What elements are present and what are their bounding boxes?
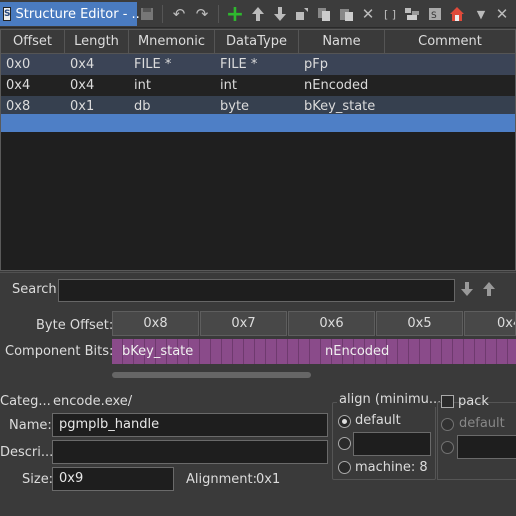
structure-editor-icon: S [3,7,12,21]
align-machine-label: machine: 8 [355,460,428,475]
delete-icon[interactable]: ✕ [357,3,379,25]
byte-offset-cell: 0x5 [376,311,463,336]
cell-length: 0x4 [70,78,95,93]
search-next-icon[interactable] [458,281,476,301]
pack-value-field[interactable] [457,435,516,459]
cell-mnemonic: FILE * [134,57,172,72]
search-label: Search: [12,282,62,297]
alignment-label: Alignment: [186,472,257,487]
structure-table[interactable]: Offset Length Mnemonic DataType Name Com… [0,29,516,271]
align-default-radio[interactable] [338,415,351,428]
align-value-field[interactable] [353,432,431,456]
toolbar-separator [162,5,163,23]
table-row[interactable]: 0x4 0x4 int int nEncoded [1,75,515,96]
search-previous-icon[interactable] [480,281,498,301]
byte-offset-cell: 0x6 [288,311,375,336]
bit-field-label: bKey_state [122,344,194,359]
move-down-icon[interactable] [269,3,291,25]
align-group-title: align (minimu... [337,392,444,407]
cell-comment[interactable] [385,54,515,75]
cell-offset: 0x0 [6,57,31,72]
table-header: Offset Length Mnemonic DataType Name Com… [1,30,515,54]
cell-length: 0x4 [70,57,95,72]
column-header-offset[interactable]: Offset [1,30,65,54]
size-field[interactable]: 0x9 [52,467,174,491]
toolbar-separator [218,5,219,23]
window-title-tab[interactable]: S Structure Editor - ... [0,2,144,26]
byte-offset-cell: 0x8 [112,311,199,336]
column-header-mnemonic[interactable]: Mnemonic [129,30,215,54]
column-header-name[interactable]: Name [299,30,385,54]
copy-icon[interactable] [313,3,335,25]
cell-mnemonic: int [134,78,151,93]
undo-icon[interactable]: ↶ [168,3,190,25]
move-up-icon[interactable] [247,3,269,25]
category-label: Categ... [0,394,51,409]
table-row[interactable]: 0x8 0x1 db byte bKey_state [1,96,515,116]
alignment-value: 0x1 [256,472,281,487]
byte-offset-cell: 0x7 [200,311,287,336]
cell-name[interactable]: pFp [299,54,385,75]
clear-icon[interactable]: [ ] [379,3,401,25]
pack-default-radio[interactable] [441,418,454,431]
horizontal-scrollbar[interactable] [112,372,311,378]
size-label: Size: [22,472,54,487]
svg-text:S: S [431,11,437,21]
description-label: Descri... [0,445,54,460]
cell-name[interactable]: nEncoded [299,75,385,96]
redo-icon[interactable]: ↷ [191,3,213,25]
search-input[interactable] [58,279,455,302]
table-row[interactable]: 0x0 0x4 FILE * FILE * pFp [1,54,515,75]
align-machine-radio[interactable] [338,461,351,474]
save-icon[interactable] [136,3,158,25]
description-field[interactable] [52,440,328,464]
stack-icon[interactable]: S [424,3,446,25]
align-custom-radio[interactable] [338,437,351,450]
component-icon[interactable] [401,3,423,25]
close-icon[interactable]: ✕ [491,3,513,25]
table-row-empty-selected[interactable] [1,114,515,132]
window-title: Structure Editor - ... [15,6,144,22]
duplicate-icon[interactable] [291,3,313,25]
byte-offset-label: Byte Offset: [36,318,114,333]
category-value: encode.exe/ [53,394,133,409]
component-bits-label: Component Bits: [5,344,114,359]
pack-checkbox[interactable] [441,395,454,408]
cell-datatype[interactable]: int [215,75,299,96]
menu-icon[interactable]: ▼ [470,3,492,25]
column-header-datatype[interactable]: DataType [215,30,299,54]
align-default-label: default [355,413,401,428]
pack-custom-radio[interactable] [441,441,454,454]
byte-offset-cell: 0x4 [464,311,516,336]
home-icon[interactable] [446,3,468,25]
pack-default-label: default [459,416,505,431]
column-header-length[interactable]: Length [65,30,129,54]
bit-field-label: nEncoded [325,344,390,359]
cell-datatype[interactable]: FILE * [215,54,299,75]
name-label: Name: [9,418,52,433]
name-field[interactable]: pgmplb_handle [52,413,328,437]
pack-label: pack [458,394,489,409]
add-icon[interactable]: + [224,2,246,27]
cell-offset: 0x4 [6,78,31,93]
paste-icon[interactable] [335,3,357,25]
column-header-comment[interactable]: Comment [385,30,515,54]
cell-comment[interactable] [385,75,515,96]
